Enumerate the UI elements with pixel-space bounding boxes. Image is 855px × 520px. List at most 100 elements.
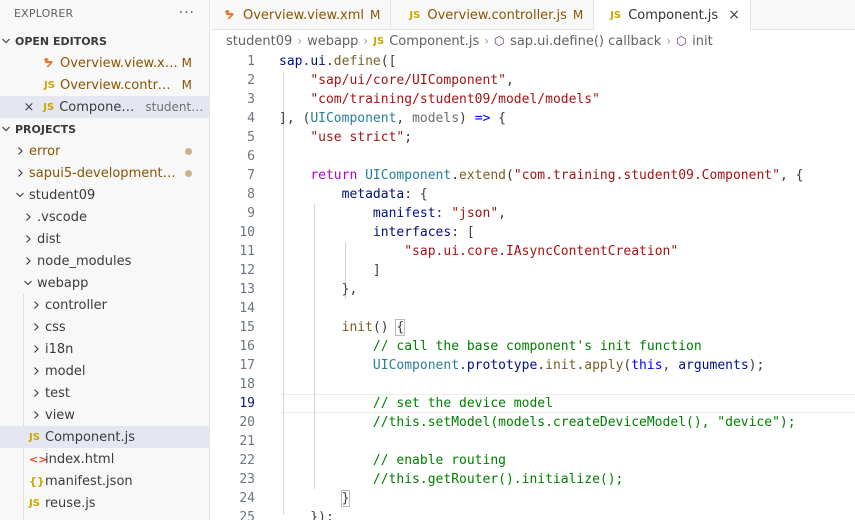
line-number: 9 (247, 206, 255, 221)
code-token: , (505, 73, 514, 88)
projects-label: PROJECTS (15, 122, 76, 136)
tree-folder-sapui5[interactable]: sapui5-development-le... (0, 162, 209, 184)
tree-label: node_modules (37, 253, 132, 269)
tree-label: student09 (29, 187, 96, 203)
line-number: 5 (247, 130, 255, 145)
tab-component-js[interactable]: JS Component.js × (594, 0, 751, 31)
tree-label: webapp (37, 275, 89, 291)
code-token: sap (279, 54, 303, 69)
code-token: // set the device model (372, 396, 553, 411)
tree-file-manifest-json[interactable]: {} manifest.json (0, 470, 209, 492)
code-line[interactable]: }); (279, 508, 855, 520)
tree-label: i18n (45, 341, 74, 357)
code-token: , (662, 358, 679, 373)
line-number: 7 (247, 168, 255, 183)
tab-overview-controller-js[interactable]: JS Overview.controller.js M (391, 0, 595, 30)
open-editor-item[interactable]: ᖬ Overview.view.xml... M (0, 52, 209, 74)
code-line[interactable] (279, 375, 855, 394)
breadcrumb-item[interactable]: sap.ui.define() callback (510, 34, 661, 49)
json-file-icon: {} (29, 474, 45, 488)
code-token: // call the base component's init functi… (372, 339, 702, 354)
tree-folder-controller[interactable]: controller (0, 294, 209, 316)
close-icon[interactable]: × (728, 7, 740, 23)
breadcrumb-item[interactable]: Component.js (389, 34, 479, 49)
chevron-right-icon (22, 212, 34, 222)
breadcrumb-item[interactable]: student09 (226, 34, 292, 49)
code-line[interactable]: ] (279, 261, 855, 280)
code-token: , { (779, 168, 804, 183)
chevron-right-icon (30, 322, 42, 332)
code-line[interactable]: } (279, 489, 855, 508)
html-file-icon: <> (29, 452, 48, 466)
rss-xml-icon: ᖬ (44, 56, 54, 70)
code-line[interactable]: "sap.ui.core.IAsyncContentCreation" (279, 242, 855, 261)
tree-file-reuse-js[interactable]: JS reuse.js (0, 492, 209, 514)
ellipsis-icon[interactable]: ··· (179, 5, 195, 21)
line-number: 1 (247, 54, 255, 69)
tree-folder-css[interactable]: css (0, 316, 209, 338)
explorer-header: EXPLORER ··· (0, 0, 209, 26)
code-line[interactable]: interfaces: [ (279, 223, 855, 242)
tree-label: reuse.js (45, 495, 96, 511)
chevron-right-icon (14, 168, 26, 178)
code-token: }, (279, 282, 358, 297)
code-line[interactable]: UIComponent.prototype.init.apply(this, a… (279, 356, 855, 375)
line-number: 8 (247, 187, 255, 202)
code-lines: sap.ui.define([ "sap/ui/core/UIComponent… (279, 52, 855, 520)
code-line[interactable]: //this.getRouter().initialize(); (279, 470, 855, 489)
code-line[interactable]: }, (279, 280, 855, 299)
breadcrumb-item[interactable]: webapp (307, 34, 358, 49)
code-token: => (474, 111, 491, 126)
tree-folder-model[interactable]: model (0, 360, 209, 382)
tree-folder-vscode[interactable]: .vscode (0, 206, 209, 228)
chevron-right-icon (22, 234, 34, 244)
js-file-icon: JS (29, 431, 40, 443)
code-line[interactable]: return UIComponent.extend("com.training.… (279, 166, 855, 185)
code-line[interactable] (279, 147, 855, 166)
code-line[interactable] (279, 432, 855, 451)
breadcrumb-item[interactable]: init (692, 34, 713, 49)
open-editor-item[interactable]: JS Overview.controlle... M (0, 74, 209, 96)
tree-folder-test[interactable]: test (0, 382, 209, 404)
code-line[interactable]: ], (UIComponent, models) => { (279, 109, 855, 128)
tree-folder-error[interactable]: error (0, 140, 209, 162)
code-line[interactable]: manifest: "json", (279, 204, 855, 223)
code-line[interactable]: "sap/ui/core/UIComponent", (279, 71, 855, 90)
chevron-down-icon (14, 190, 26, 200)
open-editors-section[interactable]: OPEN EDITORS (0, 30, 209, 52)
code-line[interactable] (279, 299, 855, 318)
code-line[interactable]: "com/training/student09/model/models" (279, 90, 855, 109)
code-line[interactable]: //this.setModel(models.createDeviceModel… (279, 413, 855, 432)
code-editor[interactable]: 1 2 3 4 5 6 7 8 9 10 11 12 13 14 15 16 17 18 19 20 21 22 23 24 2… (211, 52, 855, 520)
code-token: "sap.ui.core.IAsyncContentCreation" (404, 244, 679, 259)
code-line[interactable]: sap.ui.define([ (279, 52, 855, 71)
open-editor-item-active[interactable]: × JS Component.js student09... (0, 96, 209, 118)
projects-section[interactable]: PROJECTS (0, 118, 209, 140)
code-token: "com/training/student09/model/models" (310, 92, 600, 107)
tree-file-component-js[interactable]: JS Component.js (0, 426, 209, 448)
tree-folder-view[interactable]: view (0, 404, 209, 426)
line-number: 13 (239, 282, 255, 297)
code-line[interactable]: // call the base component's init functi… (279, 337, 855, 356)
close-icon[interactable]: × (21, 100, 37, 115)
code-line[interactable]: // set the device model (279, 394, 855, 413)
tree-file-index-html[interactable]: <> index.html (0, 448, 209, 470)
code-line[interactable]: metadata: { (279, 185, 855, 204)
tree-folder-webapp[interactable]: webapp (0, 272, 209, 294)
line-number: 3 (247, 92, 255, 107)
code-line[interactable]: // enable routing (279, 451, 855, 470)
tree-folder-student09[interactable]: student09 (0, 184, 209, 206)
code-line[interactable]: init() { (279, 318, 855, 337)
tree-folder-node-modules[interactable]: node_modules (0, 250, 209, 272)
code-token: . (459, 358, 467, 373)
tab-overview-view-xml[interactable]: ᖬ Overview.view.xml M (211, 0, 392, 30)
code-token: ); (748, 358, 765, 373)
tree-folder-dist[interactable]: dist (0, 228, 209, 250)
js-file-icon: JS (373, 35, 385, 47)
tree-folder-i18n[interactable]: i18n (0, 338, 209, 360)
code-token: init (341, 320, 373, 335)
code-line[interactable]: "use strict"; (279, 128, 855, 147)
